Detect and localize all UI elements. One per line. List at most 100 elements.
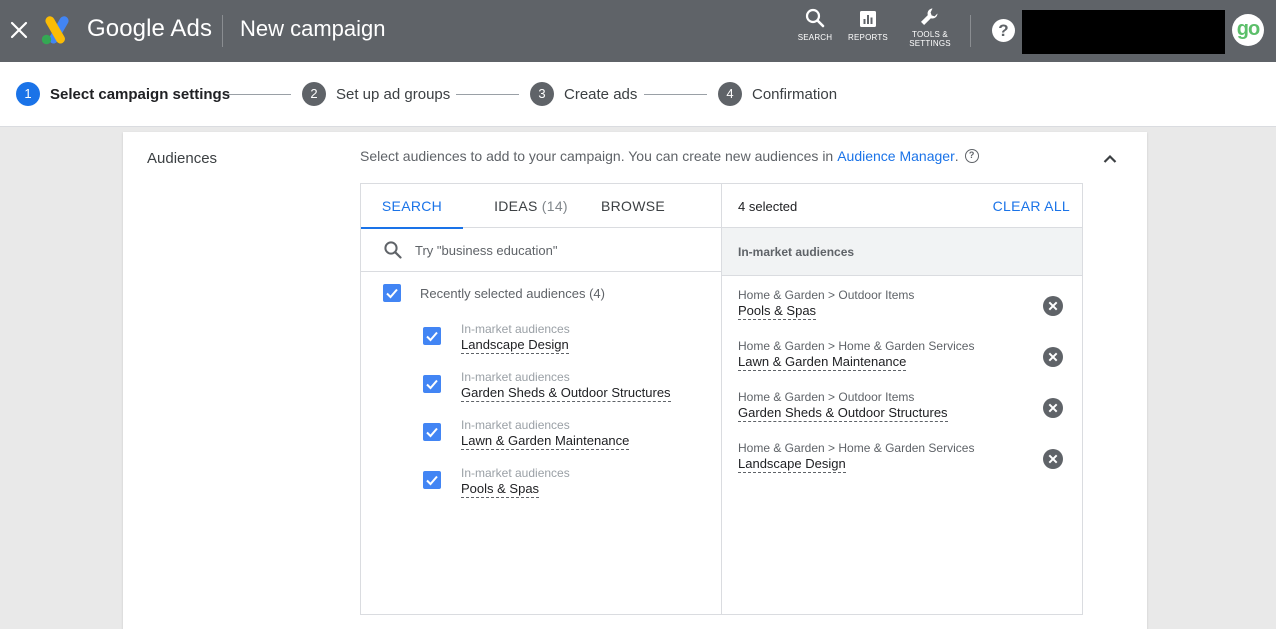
help-question-icon[interactable]: ? bbox=[964, 149, 979, 163]
check-icon bbox=[426, 379, 438, 390]
step-set-up-ad-groups[interactable]: 2 Set up ad groups bbox=[302, 82, 450, 106]
audience-checkbox[interactable] bbox=[423, 423, 441, 441]
remove-icon[interactable] bbox=[1043, 347, 1063, 367]
search-icon bbox=[384, 241, 402, 259]
tab-search[interactable]: SEARCH bbox=[361, 184, 463, 229]
audience-picker: SEARCH IDEAS (14) BROWSE Try "business e… bbox=[360, 183, 1083, 615]
tab-browse[interactable]: BROWSE bbox=[595, 184, 671, 228]
audiences-card: Audiences Select audiences to add to you… bbox=[123, 132, 1147, 629]
step-connector bbox=[228, 94, 291, 95]
intro-text: Select audiences to add to your campaign… bbox=[360, 148, 834, 164]
list-item: In-market audiences Lawn & Garden Mainte… bbox=[461, 418, 630, 450]
audience-category: In-market audiences bbox=[461, 370, 570, 384]
search-button[interactable]: SEARCH bbox=[797, 8, 833, 42]
remove-icon[interactable] bbox=[1043, 398, 1063, 418]
account-selector[interactable] bbox=[1022, 10, 1225, 54]
audience-path: Home & Garden > Outdoor Items bbox=[738, 288, 915, 302]
step-confirmation[interactable]: 4 Confirmation bbox=[718, 82, 837, 106]
audience-checkbox[interactable] bbox=[423, 327, 441, 345]
selected-item: Home & Garden > Home & Garden Services L… bbox=[738, 339, 1068, 379]
tools-label-line1: TOOLS & bbox=[912, 30, 948, 39]
intro-suffix: . bbox=[954, 148, 959, 164]
tab-ideas[interactable]: IDEAS (14) bbox=[471, 184, 591, 228]
top-bar: Google Ads New campaign SEARCH REPORTS T… bbox=[0, 0, 1276, 62]
check-icon bbox=[426, 475, 438, 486]
audience-checkbox[interactable] bbox=[423, 375, 441, 393]
list-item: In-market audiences Pools & Spas bbox=[461, 466, 570, 498]
remove-icon[interactable] bbox=[1043, 449, 1063, 469]
reports-icon bbox=[860, 11, 876, 27]
tab-ideas-label: IDEAS bbox=[494, 198, 538, 214]
audience-path: Home & Garden > Home & Garden Services bbox=[738, 441, 975, 455]
selected-count: 4 selected bbox=[738, 199, 798, 214]
reports-button[interactable]: REPORTS bbox=[848, 8, 888, 42]
close-icon[interactable] bbox=[8, 19, 30, 41]
step-number: 1 bbox=[16, 82, 40, 106]
audience-name[interactable]: Landscape Design bbox=[461, 337, 569, 354]
audiences-intro: Select audiences to add to your campaign… bbox=[360, 148, 979, 164]
search-icon bbox=[805, 8, 825, 28]
step-number: 4 bbox=[718, 82, 742, 106]
section-label: Audiences bbox=[147, 150, 218, 167]
brand-name: Google Ads bbox=[87, 15, 213, 42]
clear-all-button[interactable]: CLEAR ALL bbox=[993, 198, 1070, 214]
audience-name[interactable]: Lawn & Garden Maintenance bbox=[461, 433, 630, 450]
audience-name[interactable]: Garden Sheds & Outdoor Structures bbox=[461, 385, 671, 402]
selected-audiences: 4 selected CLEAR ALL In-market audiences… bbox=[722, 184, 1082, 614]
tab-search-label: SEARCH bbox=[381, 198, 443, 214]
audience-tabs: SEARCH IDEAS (14) BROWSE bbox=[361, 184, 721, 229]
tab-ideas-count: (14) bbox=[541, 198, 568, 214]
check-icon bbox=[426, 427, 438, 438]
tools-label-line2: SETTINGS bbox=[909, 39, 951, 48]
step-create-ads[interactable]: 3 Create ads bbox=[530, 82, 637, 106]
audience-category: In-market audiences bbox=[461, 322, 570, 336]
audience-category: In-market audiences bbox=[461, 466, 570, 480]
campaign-stepper: 1 Select campaign settings 2 Set up ad g… bbox=[0, 62, 1276, 127]
step-number: 3 bbox=[530, 82, 554, 106]
check-icon bbox=[386, 288, 398, 299]
audience-manager-link[interactable]: Audience Manager bbox=[837, 148, 955, 164]
header-divider bbox=[222, 15, 223, 47]
avatar[interactable]: go bbox=[1232, 14, 1264, 46]
selected-item: Home & Garden > Outdoor Items Garden She… bbox=[738, 390, 1068, 430]
audience-search-input[interactable] bbox=[415, 238, 705, 262]
list-item: In-market audiences Landscape Design bbox=[461, 322, 570, 354]
avatar-text: go bbox=[1236, 18, 1260, 40]
audience-browser: SEARCH IDEAS (14) BROWSE Try "business e… bbox=[361, 184, 722, 614]
audience-checkbox[interactable] bbox=[423, 471, 441, 489]
recent-audiences-checkbox[interactable] bbox=[383, 284, 401, 302]
help-icon[interactable]: ? bbox=[992, 19, 1015, 42]
audience-name[interactable]: Pools & Spas bbox=[461, 481, 540, 498]
step-label: Select campaign settings bbox=[50, 85, 231, 103]
recent-audiences-label: Recently selected audiences (4) bbox=[420, 286, 605, 301]
audience-search-row bbox=[361, 228, 721, 272]
step-connector bbox=[456, 94, 519, 95]
selected-item: Home & Garden > Outdoor Items Pools & Sp… bbox=[738, 288, 1068, 328]
audience-name[interactable]: Pools & Spas bbox=[738, 303, 817, 320]
remove-icon[interactable] bbox=[1043, 296, 1063, 316]
step-number: 2 bbox=[302, 82, 326, 106]
list-item: In-market audiences Garden Sheds & Outdo… bbox=[461, 370, 671, 402]
step-select-campaign-settings[interactable]: 1 Select campaign settings bbox=[16, 82, 230, 106]
header-divider-right bbox=[970, 15, 971, 47]
audience-category: In-market audiences bbox=[461, 418, 570, 432]
selected-header: 4 selected CLEAR ALL bbox=[722, 184, 1082, 228]
step-label: Confirmation bbox=[752, 85, 838, 103]
selected-group-header: In-market audiences bbox=[722, 228, 1082, 276]
google-ads-logo-icon bbox=[41, 16, 69, 45]
reports-label: REPORTS bbox=[848, 33, 888, 42]
check-icon bbox=[426, 331, 438, 342]
audience-name[interactable]: Garden Sheds & Outdoor Structures bbox=[738, 405, 948, 422]
chevron-up-icon[interactable] bbox=[1101, 150, 1119, 168]
tab-browse-label: BROWSE bbox=[600, 198, 666, 214]
page-title: New campaign bbox=[240, 16, 386, 41]
audience-name[interactable]: Landscape Design bbox=[738, 456, 846, 473]
audience-path: Home & Garden > Outdoor Items bbox=[738, 390, 915, 404]
selected-group-label: In-market audiences bbox=[738, 245, 855, 259]
step-label: Create ads bbox=[564, 85, 638, 103]
tools-settings-button[interactable]: TOOLS & SETTINGS bbox=[906, 5, 954, 48]
step-label: Set up ad groups bbox=[336, 85, 451, 103]
selected-item: Home & Garden > Home & Garden Services L… bbox=[738, 441, 1068, 481]
wrench-icon bbox=[921, 8, 938, 25]
audience-name[interactable]: Lawn & Garden Maintenance bbox=[738, 354, 907, 371]
